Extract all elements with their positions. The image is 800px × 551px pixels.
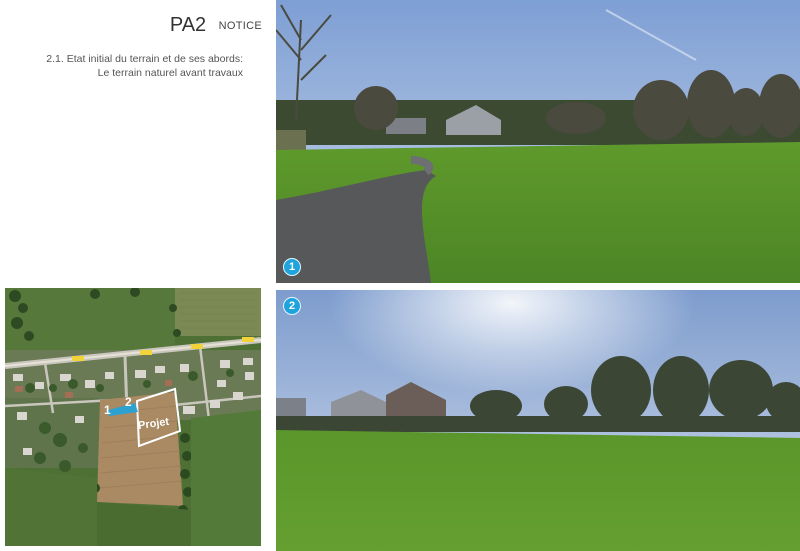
document-header: PA2 NOTICE: [0, 14, 262, 37]
photo-1-badge: 1: [283, 258, 301, 276]
site-photo-2-image: [276, 290, 800, 551]
photo-2-badge: 2: [283, 297, 301, 315]
section-title: 2.1. Etat initial du terrain et de ses a…: [46, 53, 243, 65]
section-subtitle: Le terrain naturel avant travaux: [97, 67, 243, 79]
site-photo-1: [276, 0, 800, 283]
document-code: PA2: [169, 14, 207, 36]
site-photo-2: [276, 290, 800, 551]
aerial-map-image: [5, 288, 261, 546]
map-marker-2: 2: [125, 395, 132, 409]
site-photo-1-image: [276, 0, 800, 283]
aerial-map: Projet 1 2: [5, 288, 261, 546]
map-marker-1: 1: [104, 403, 111, 417]
document-type: NOTICE: [218, 19, 262, 32]
section-heading: 2.1. Etat initial du terrain et de ses a…: [0, 52, 243, 80]
